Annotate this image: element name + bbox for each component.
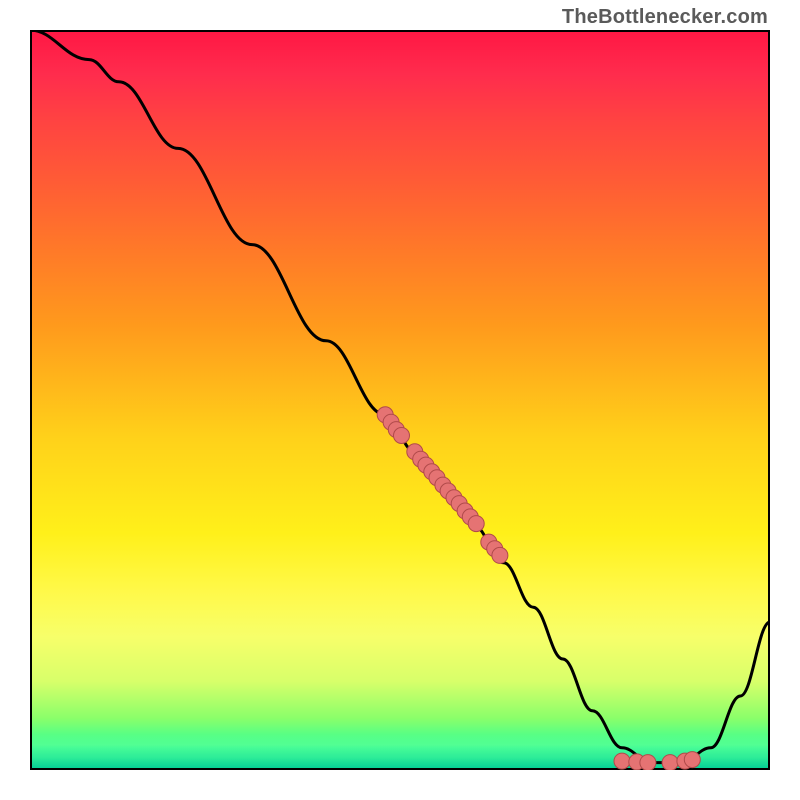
chart-container: TheBottlenecker.com — [0, 0, 800, 800]
chart-background-gradient — [30, 30, 770, 770]
watermark-text: TheBottlenecker.com — [562, 6, 768, 29]
